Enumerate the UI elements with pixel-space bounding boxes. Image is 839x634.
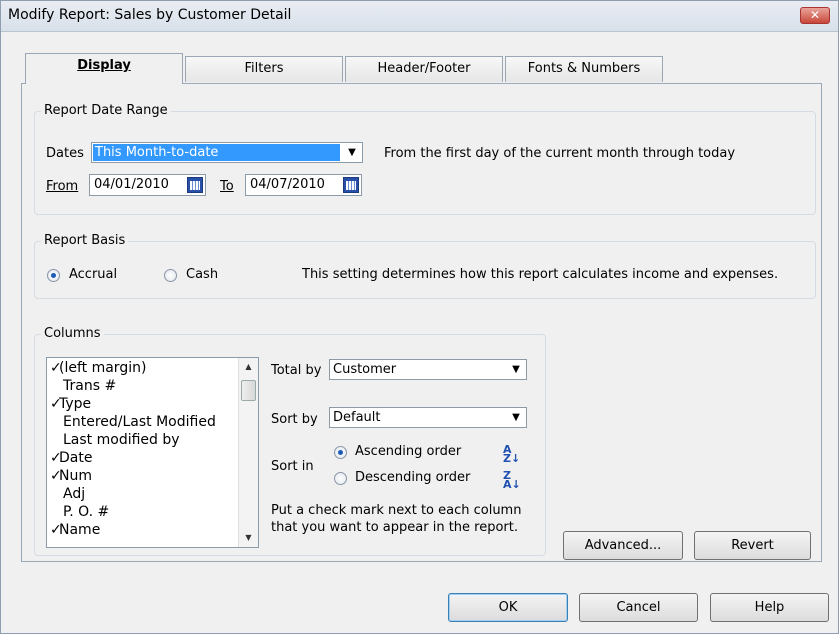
tab-fonts-numbers-label: Fonts & Numbers bbox=[527, 61, 641, 76]
list-item-label: (left margin) bbox=[59, 360, 147, 376]
list-item-label: Num bbox=[59, 468, 92, 484]
tab-filters-label: Filters bbox=[244, 61, 284, 76]
cash-label[interactable]: Cash bbox=[186, 267, 218, 282]
cash-radio[interactable] bbox=[164, 269, 177, 282]
report-date-range-group: Report Date Range bbox=[34, 103, 816, 215]
calendar-icon[interactable] bbox=[187, 177, 203, 193]
to-label: To bbox=[220, 179, 234, 194]
list-item[interactable]: ✓Date bbox=[50, 450, 92, 468]
sort-ascending-icon: A Z↓ bbox=[503, 443, 521, 465]
list-item-label: Adj bbox=[63, 486, 86, 502]
list-item-label: Date bbox=[59, 450, 93, 466]
from-date-value: 04/01/2010 bbox=[94, 177, 169, 192]
list-item[interactable]: ✓Num bbox=[50, 468, 92, 486]
check-icon: ✓ bbox=[50, 396, 62, 412]
ascending-radio[interactable] bbox=[334, 446, 347, 459]
tab-header-footer[interactable]: Header/Footer bbox=[345, 56, 503, 82]
chevron-down-icon[interactable]: ▼ bbox=[507, 361, 525, 378]
report-date-range-label: Report Date Range bbox=[41, 103, 171, 118]
list-item-label: Entered/Last Modified bbox=[63, 414, 216, 430]
sort-by-label: Sort by bbox=[271, 412, 318, 427]
list-item-label: Last modified by bbox=[63, 432, 180, 448]
list-item[interactable]: ✓(left margin) bbox=[50, 360, 146, 378]
list-item[interactable]: ✓Type bbox=[50, 396, 91, 414]
tab-header-footer-label: Header/Footer bbox=[377, 61, 471, 76]
chevron-down-icon[interactable]: ▼ bbox=[507, 409, 525, 426]
to-date-value: 04/07/2010 bbox=[250, 177, 325, 192]
descending-label[interactable]: Descending order bbox=[355, 470, 470, 485]
title-bar[interactable]: Modify Report: Sales by Customer Detail … bbox=[1, 1, 838, 32]
dates-label: Dates bbox=[46, 146, 84, 161]
list-item[interactable]: Trans # bbox=[63, 378, 116, 396]
chevron-down-icon[interactable]: ▼ bbox=[343, 144, 361, 161]
tab-fonts-numbers[interactable]: Fonts & Numbers bbox=[505, 56, 663, 82]
modify-report-dialog: Modify Report: Sales by Customer Detail … bbox=[0, 0, 839, 634]
check-icon: ✓ bbox=[50, 468, 62, 484]
to-date-field[interactable]: 04/07/2010 bbox=[245, 174, 362, 196]
list-item[interactable]: ✓Name bbox=[50, 522, 100, 540]
columns-listbox[interactable]: ✓(left margin) Trans # ✓Type Entered/Las… bbox=[46, 357, 259, 548]
advanced-button[interactable]: Advanced... bbox=[563, 531, 683, 560]
dates-value: This Month-to-date bbox=[93, 144, 340, 161]
close-icon[interactable]: ✕ bbox=[800, 7, 830, 24]
dates-description: From the first day of the current month … bbox=[384, 146, 736, 161]
total-by-dropdown[interactable]: Customer ▼ bbox=[329, 359, 527, 380]
list-item-label: P. O. # bbox=[63, 504, 110, 520]
list-item[interactable]: P. O. # bbox=[63, 504, 109, 522]
ok-button[interactable]: OK bbox=[448, 593, 568, 622]
revert-button[interactable]: Revert bbox=[694, 531, 811, 560]
list-item-label: Name bbox=[59, 522, 101, 538]
tab-display[interactable]: Display bbox=[25, 53, 183, 84]
list-item-label: Type bbox=[59, 396, 92, 412]
calendar-icon[interactable] bbox=[343, 177, 359, 193]
help-button[interactable]: Help bbox=[710, 593, 829, 622]
descending-radio[interactable] bbox=[334, 472, 347, 485]
accrual-label[interactable]: Accrual bbox=[69, 267, 117, 282]
check-icon: ✓ bbox=[50, 450, 62, 466]
list-item[interactable]: Entered/Last Modified bbox=[63, 414, 216, 432]
check-icon: ✓ bbox=[50, 360, 62, 376]
columns-scrollbar[interactable]: ▲ ▼ bbox=[238, 358, 258, 547]
basis-description: This setting determines how this report … bbox=[302, 267, 779, 282]
list-item[interactable]: Adj bbox=[63, 486, 85, 504]
sort-by-value: Default bbox=[333, 410, 381, 425]
ascending-label[interactable]: Ascending order bbox=[355, 444, 461, 459]
sort-in-label: Sort in bbox=[271, 459, 314, 474]
sort-descending-icon: Z A↓ bbox=[503, 469, 521, 491]
sort-by-dropdown[interactable]: Default ▼ bbox=[329, 407, 527, 428]
columns-label: Columns bbox=[41, 326, 104, 341]
tab-display-label: Display bbox=[77, 58, 131, 73]
tab-filters[interactable]: Filters bbox=[185, 56, 343, 82]
columns-hint-line1: Put a check mark next to each column bbox=[271, 503, 522, 518]
dates-dropdown[interactable]: This Month-to-date ▼ bbox=[91, 142, 363, 163]
from-label: From bbox=[46, 179, 79, 194]
cancel-button[interactable]: Cancel bbox=[579, 593, 698, 622]
list-item[interactable]: Last modified by bbox=[63, 432, 180, 450]
columns-hint-line2: that you want to appear in the report. bbox=[271, 520, 518, 535]
report-basis-label: Report Basis bbox=[41, 233, 129, 248]
scroll-up-icon[interactable]: ▲ bbox=[239, 360, 258, 374]
check-icon: ✓ bbox=[50, 522, 62, 538]
total-by-value: Customer bbox=[333, 362, 397, 377]
list-item-label: Trans # bbox=[63, 378, 117, 394]
total-by-label: Total by bbox=[271, 363, 322, 378]
window-title: Modify Report: Sales by Customer Detail bbox=[8, 7, 292, 23]
accrual-radio[interactable] bbox=[47, 269, 60, 282]
scroll-down-icon[interactable]: ▼ bbox=[239, 531, 258, 545]
from-date-field[interactable]: 04/01/2010 bbox=[89, 174, 206, 196]
scroll-thumb[interactable] bbox=[241, 380, 256, 401]
